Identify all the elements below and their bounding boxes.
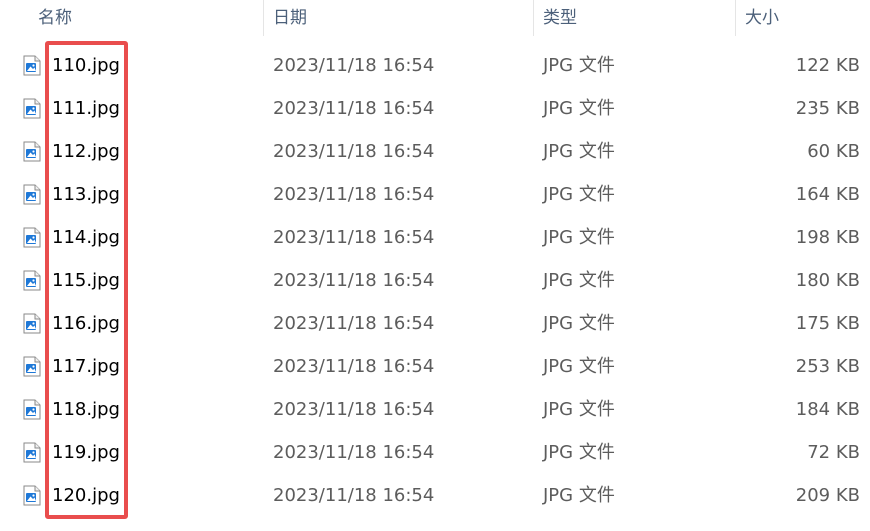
file-name: 117.jpg (52, 356, 120, 377)
column-header-type[interactable]: 类型 (543, 0, 577, 36)
file-row[interactable]: 112.jpg 2023/11/18 16:54 JPG 文件 60 KB (0, 130, 870, 173)
file-type: JPG 文件 (543, 55, 615, 76)
file-name: 110.jpg (52, 55, 120, 76)
jpg-file-icon (23, 485, 41, 506)
column-header-name[interactable]: 名称 (38, 0, 72, 36)
file-date: 2023/11/18 16:54 (273, 485, 435, 506)
file-date: 2023/11/18 16:54 (273, 227, 435, 248)
file-date: 2023/11/18 16:54 (273, 55, 435, 76)
file-row[interactable]: 119.jpg 2023/11/18 16:54 JPG 文件 72 KB (0, 431, 870, 474)
file-type: JPG 文件 (543, 356, 615, 377)
file-date: 2023/11/18 16:54 (273, 270, 435, 291)
jpg-file-icon (23, 399, 41, 420)
column-header-size[interactable]: 大小 (745, 0, 779, 36)
column-divider[interactable] (263, 0, 264, 36)
file-name: 115.jpg (52, 270, 120, 291)
column-divider[interactable] (533, 0, 534, 36)
file-row[interactable]: 115.jpg 2023/11/18 16:54 JPG 文件 180 KB (0, 259, 870, 302)
file-type: JPG 文件 (543, 313, 615, 334)
file-size: 253 KB (795, 356, 860, 377)
file-name: 113.jpg (52, 184, 120, 205)
jpg-file-icon (23, 313, 41, 334)
jpg-file-icon (23, 227, 41, 248)
file-row[interactable]: 110.jpg 2023/11/18 16:54 JPG 文件 122 KB (0, 44, 870, 87)
file-type: JPG 文件 (543, 485, 615, 506)
file-type: JPG 文件 (543, 98, 615, 119)
file-size: 198 KB (795, 227, 860, 248)
file-row[interactable]: 113.jpg 2023/11/18 16:54 JPG 文件 164 KB (0, 173, 870, 216)
file-name: 119.jpg (52, 442, 120, 463)
file-date: 2023/11/18 16:54 (273, 141, 435, 162)
file-name: 120.jpg (52, 485, 120, 506)
jpg-file-icon (23, 270, 41, 291)
file-row[interactable]: 116.jpg 2023/11/18 16:54 JPG 文件 175 KB (0, 302, 870, 345)
file-size: 72 KB (807, 442, 860, 463)
file-row[interactable]: 120.jpg 2023/11/18 16:54 JPG 文件 209 KB (0, 474, 870, 517)
file-date: 2023/11/18 16:54 (273, 98, 435, 119)
file-size: 209 KB (795, 485, 860, 506)
file-size: 164 KB (795, 184, 860, 205)
jpg-file-icon (23, 356, 41, 377)
file-name: 112.jpg (52, 141, 120, 162)
jpg-file-icon (23, 55, 41, 76)
column-header-date[interactable]: 日期 (273, 0, 307, 36)
file-size: 175 KB (795, 313, 860, 334)
file-row[interactable]: 117.jpg 2023/11/18 16:54 JPG 文件 253 KB (0, 345, 870, 388)
jpg-file-icon (23, 98, 41, 119)
file-size: 180 KB (795, 270, 860, 291)
file-row[interactable]: 118.jpg 2023/11/18 16:54 JPG 文件 184 KB (0, 388, 870, 431)
file-date: 2023/11/18 16:54 (273, 184, 435, 205)
file-row[interactable]: 111.jpg 2023/11/18 16:54 JPG 文件 235 KB (0, 87, 870, 130)
file-row[interactable]: 114.jpg 2023/11/18 16:54 JPG 文件 198 KB (0, 216, 870, 259)
jpg-file-icon (23, 141, 41, 162)
file-type: JPG 文件 (543, 227, 615, 248)
sort-arrow-icon: ^ (141, 0, 151, 5)
file-date: 2023/11/18 16:54 (273, 399, 435, 420)
file-date: 2023/11/18 16:54 (273, 356, 435, 377)
file-size: 184 KB (795, 399, 860, 420)
file-list: 110.jpg 2023/11/18 16:54 JPG 文件 122 KB 111.j… (0, 44, 870, 517)
file-size: 122 KB (795, 55, 860, 76)
file-type: JPG 文件 (543, 442, 615, 463)
column-header: 名称 ^ 日期 类型 大小 (0, 0, 870, 36)
file-name: 118.jpg (52, 399, 120, 420)
file-type: JPG 文件 (543, 399, 615, 420)
file-name: 116.jpg (52, 313, 120, 334)
file-size: 235 KB (795, 98, 860, 119)
jpg-file-icon (23, 442, 41, 463)
file-type: JPG 文件 (543, 141, 615, 162)
file-size: 60 KB (807, 141, 860, 162)
file-type: JPG 文件 (543, 270, 615, 291)
column-divider[interactable] (735, 0, 736, 36)
jpg-file-icon (23, 184, 41, 205)
file-date: 2023/11/18 16:54 (273, 442, 435, 463)
file-name: 111.jpg (52, 98, 120, 119)
file-name: 114.jpg (52, 227, 120, 248)
file-type: JPG 文件 (543, 184, 615, 205)
file-date: 2023/11/18 16:54 (273, 313, 435, 334)
